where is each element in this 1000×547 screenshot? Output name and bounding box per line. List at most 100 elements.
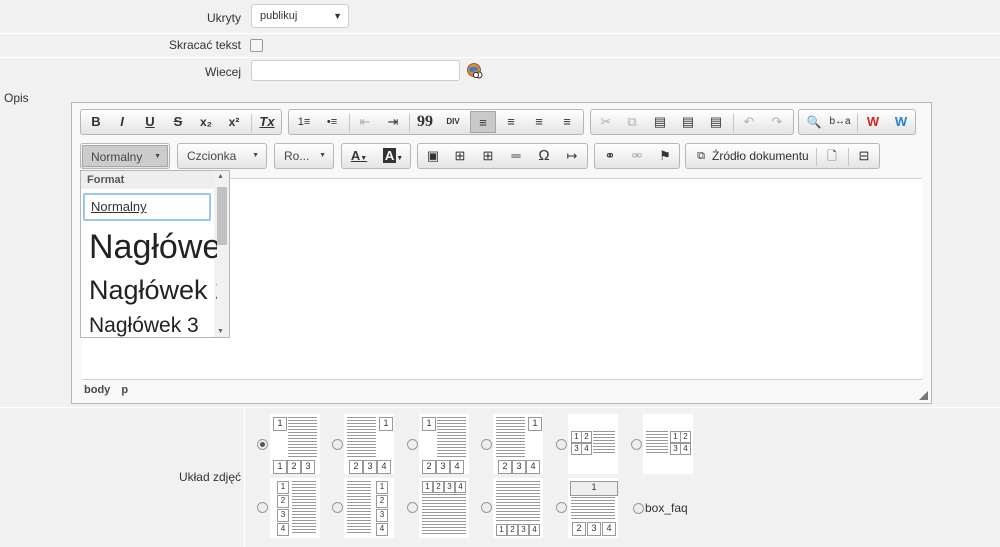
size-combo-label[interactable]: Ro... ▼ (276, 145, 332, 167)
layout-thumb-7[interactable]: 1 2 3 4 (270, 478, 320, 538)
layout-thumb-6[interactable]: 1 2 3 4 (643, 414, 693, 474)
layout-radio-6[interactable] (631, 439, 642, 450)
layout-thumb-4[interactable]: 1 2 3 4 (493, 414, 543, 474)
page-break-button[interactable]: ↦ (559, 145, 585, 167)
layout-thumb-11[interactable]: 1 2 3 4 (568, 478, 618, 538)
layout-radio-box-faq[interactable] (633, 503, 644, 514)
format-option-h1[interactable]: Nagłówek 1 (89, 227, 217, 267)
paste-word-button[interactable]: ▤ (703, 111, 729, 133)
templates-button[interactable]: ⊟ (851, 145, 877, 167)
unlink-button[interactable]: ⚮ (624, 145, 650, 167)
table-button[interactable]: ⊞ (475, 145, 501, 167)
layout-num: 2 (507, 524, 518, 536)
layout-thumb-2[interactable]: 1 2 3 4 (344, 414, 394, 474)
italic-button[interactable]: I (109, 111, 135, 133)
layout-thumb-9[interactable]: 1 2 3 4 (419, 478, 469, 538)
skracac-checkbox[interactable] (250, 39, 263, 52)
layout-thumb-3[interactable]: 1 2 3 4 (419, 414, 469, 474)
replace-button[interactable]: b↔a (827, 111, 853, 133)
size-combo-value: Ro... (284, 149, 310, 163)
superscript-button[interactable]: x² (221, 111, 247, 133)
underline-button[interactable]: U (137, 111, 163, 133)
layout-num: 4 (526, 460, 540, 474)
flash-button[interactable]: ⊞ (447, 145, 473, 167)
layout-radio-1[interactable] (257, 439, 268, 450)
align-right-button[interactable]: ≡ (526, 111, 552, 133)
anchor-button[interactable]: ⚑ (652, 145, 678, 167)
wiecej-label: Wiecej (204, 65, 241, 79)
outdent-button[interactable]: ⇤ (352, 111, 378, 133)
create-div-button[interactable]: DIV (440, 111, 466, 133)
layout-num: 4 (377, 460, 391, 474)
toolbar-group-links: ⚭ ⚮ ⚑ (594, 143, 680, 169)
image-button[interactable]: ▣ (420, 145, 446, 167)
layout-num: 1 (496, 524, 507, 536)
size-combo[interactable]: Ro... ▼ (274, 143, 334, 169)
toolbar-group-colors: A▼ A ▼ (341, 143, 411, 169)
layout-thumb-10[interactable]: 1 2 3 4 (493, 478, 543, 538)
format-combo[interactable]: Normalny ▼ (80, 143, 170, 169)
redo-button[interactable]: ↷ (764, 111, 790, 133)
resize-handle[interactable] (919, 391, 928, 400)
ukryty-select[interactable]: publikuj ▼ (251, 4, 349, 28)
wiecej-input[interactable] (251, 60, 460, 81)
layout-text-lines (288, 417, 317, 457)
layout-radio-7[interactable] (257, 502, 268, 513)
link-picker-icon[interactable] (466, 63, 484, 79)
paste-word-blue-button[interactable]: W (888, 111, 914, 133)
copy-button[interactable]: ⧉ (619, 111, 645, 133)
layout-radio-2[interactable] (332, 439, 343, 450)
source-button[interactable]: Źródło dokumentu (712, 145, 809, 167)
paste-button[interactable]: ▤ (647, 111, 673, 133)
link-button[interactable]: ⚭ (597, 145, 623, 167)
text-color-button[interactable]: A▼ (344, 145, 374, 167)
bold-button[interactable]: B (83, 111, 109, 133)
scroll-down-icon[interactable]: ▼ (217, 328, 224, 335)
layout-radio-4[interactable] (481, 439, 492, 450)
ukryty-label: Ukryty (207, 11, 241, 25)
paste-word-red-button[interactable]: W (860, 111, 886, 133)
undo-button[interactable]: ↶ (736, 111, 762, 133)
layout-num: 3 (587, 522, 601, 536)
paste-text-button[interactable]: ▤ (675, 111, 701, 133)
preview-button[interactable]: 🗋 (819, 145, 845, 167)
bulleted-list-button[interactable]: •≡ (319, 111, 345, 133)
format-combo-label[interactable]: Normalny ▼ (82, 145, 168, 167)
layout-radio-9[interactable] (407, 502, 418, 513)
layout-radio-8[interactable] (332, 502, 343, 513)
layout-radio-10[interactable] (481, 502, 492, 513)
layout-num: 4 (277, 523, 289, 536)
scrollbar-thumb[interactable] (217, 187, 227, 245)
font-combo-label[interactable]: Czcionka ▼ (179, 145, 265, 167)
remove-format-button[interactable]: Tx (254, 111, 280, 133)
indent-button[interactable]: ⇥ (380, 111, 406, 133)
scroll-up-icon[interactable]: ▲ (217, 173, 224, 180)
find-button[interactable]: 🔍 (801, 111, 827, 133)
layout-thumb-1[interactable]: 1 1 2 3 (270, 414, 320, 474)
bg-color-button[interactable]: A ▼ (378, 145, 408, 167)
blockquote-button[interactable]: 99 (412, 111, 438, 133)
layout-thumb-5[interactable]: 1 2 3 4 (568, 414, 618, 474)
path-p[interactable]: p (121, 384, 128, 396)
subscript-button[interactable]: x₂ (193, 111, 219, 133)
justify-button[interactable]: ≡ (554, 111, 580, 133)
numbered-list-button[interactable]: 1≡ (291, 111, 317, 133)
layout-radio-5[interactable] (556, 439, 567, 450)
path-body[interactable]: body (84, 384, 110, 396)
strikethrough-button[interactable]: S (165, 111, 191, 133)
layout-radio-11[interactable] (556, 502, 567, 513)
format-option-h2[interactable]: Nagłówek 2 (89, 273, 217, 307)
align-center-button[interactable]: ≡ (498, 111, 524, 133)
layout-thumb-8[interactable]: 1 2 3 4 (344, 478, 394, 538)
layout-radio-3[interactable] (407, 439, 418, 450)
source-icon: ⧉ (697, 150, 705, 162)
format-option-h3[interactable]: Nagłówek 3 (89, 313, 217, 337)
special-char-button[interactable]: Ω (531, 145, 557, 167)
format-option-normal[interactable]: Normalny (83, 193, 211, 221)
horizontal-line-button[interactable]: ═ (503, 145, 529, 167)
layout-num: 3 (277, 509, 289, 522)
font-combo[interactable]: Czcionka ▼ (177, 143, 267, 169)
align-left-button[interactable]: ≡ (470, 111, 496, 133)
cut-button[interactable]: ✂ (593, 111, 619, 133)
format-panel-title: Format (81, 171, 214, 189)
